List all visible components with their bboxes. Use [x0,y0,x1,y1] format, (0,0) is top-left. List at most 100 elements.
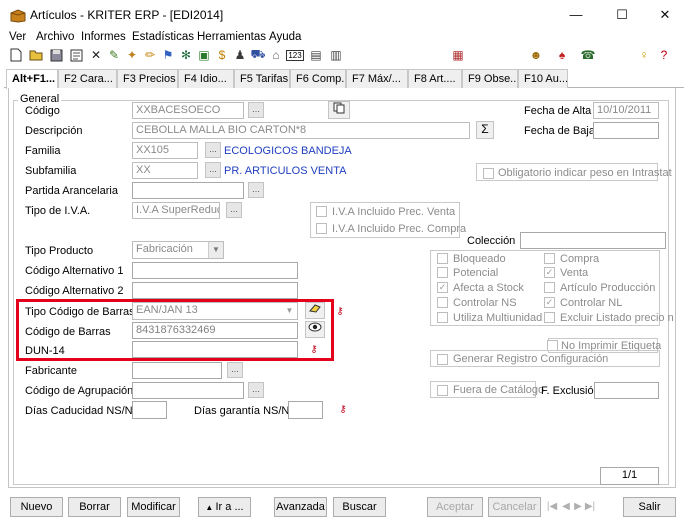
cod-alt1-field[interactable] [132,262,298,279]
salir-button[interactable]: Salir [623,497,676,517]
dun14-field[interactable] [132,341,298,358]
tipo-codbarras-select[interactable]: EAN/JAN 13 [132,302,298,320]
copy-icon[interactable] [328,101,350,119]
maximize-button[interactable]: ☐ [599,0,645,30]
f-exclusion-field[interactable] [594,382,659,399]
lightbulb-icon[interactable]: ♀ [636,47,652,63]
last-record-icon[interactable]: ▶| [584,499,596,515]
fuera-catalogo-checkbox[interactable] [437,385,448,396]
box-icon[interactable]: ▣ [196,47,212,63]
tab-general[interactable]: Alt+F1... [6,69,58,89]
chevron-down-icon[interactable]: ▼ [208,242,223,258]
calendar-icon[interactable]: ▦ [450,47,466,63]
controlar-ns-checkbox[interactable] [437,297,448,308]
menu-archivo[interactable]: Archivo [36,31,74,43]
codigo-lookup-button[interactable]: ... [248,102,264,118]
next-record-icon[interactable]: ▶ [572,499,584,515]
gear-icon[interactable]: ✻ [178,47,194,63]
menu-herramientas[interactable]: Herramientas [197,31,266,43]
open-folder-icon[interactable] [28,47,44,63]
tipo-iva-lookup-button[interactable]: ... [226,202,242,218]
avanzada-button[interactable]: Avanzada [274,497,327,517]
partida-lookup-button[interactable]: ... [248,182,264,198]
modificar-button[interactable]: Modificar [127,497,180,517]
calculator-icon[interactable]: 123 [286,50,304,61]
fabricante-field[interactable] [132,362,222,379]
buscar-button[interactable]: Buscar [333,497,386,517]
money-bag-icon[interactable]: ♠ [554,47,570,63]
prev-record-icon[interactable]: ◀ [560,499,572,515]
tab-caracteristicas[interactable]: F2 Cara... [58,69,117,88]
handshake-icon[interactable]: ☻ [528,47,544,63]
articulo-produccion-checkbox[interactable] [544,282,555,293]
minimize-button[interactable]: — [553,0,599,30]
scanner-icon[interactable]: ▤ [308,47,324,63]
save-icon[interactable] [48,47,64,63]
cod-alt2-field[interactable] [132,282,298,299]
delete-icon[interactable]: ✕ [88,47,104,63]
chevron-down-icon[interactable]: ▼ [282,303,297,319]
cod-agrupacion-field[interactable] [132,382,244,399]
iva-compra-checkbox[interactable] [316,223,327,234]
excluir-listado-checkbox[interactable] [544,312,555,323]
bar-chart-icon[interactable]: ▥ [328,47,344,63]
menu-ayuda[interactable]: Ayuda [269,31,301,43]
tab-observaciones[interactable]: F9 Obse... [462,69,518,88]
tab-auditoria[interactable]: F10 Au... [518,69,568,88]
tab-precios[interactable]: F3 Precios [117,69,178,88]
phone-icon[interactable]: ☎ [580,47,596,63]
controlar-nl-checkbox[interactable]: ✓ [544,297,555,308]
afecta-stock-checkbox[interactable]: ✓ [437,282,448,293]
dias-caducidad-field[interactable] [132,401,167,419]
new-doc-icon[interactable] [8,47,24,63]
subfamilia-lookup-button[interactable]: ... [205,162,221,178]
venta-checkbox[interactable]: ✓ [544,267,555,278]
fecha-baja-field[interactable] [593,122,659,139]
tab-idiomas[interactable]: F4 Idio... [178,69,234,88]
warehouse-icon[interactable]: ⌂ [268,47,284,63]
tab-tarifas[interactable]: F5 Tarifas [234,69,290,88]
tab-maximos[interactable]: F7 Máx/... [346,69,408,88]
codigo-field[interactable]: XXBACESOECO [132,102,244,119]
borrar-button[interactable]: Borrar [68,497,121,517]
bloqueado-checkbox[interactable] [437,253,448,264]
ira-button[interactable]: ▲ Ir a ... [198,497,251,517]
iva-venta-checkbox[interactable] [316,206,327,217]
sum-icon[interactable]: Σ [476,121,494,139]
eye-icon[interactable] [305,321,325,338]
fabricante-lookup-button[interactable]: ... [227,362,243,378]
menu-ver[interactable]: Ver [9,31,26,43]
partida-field[interactable] [132,182,244,199]
help-icon[interactable]: ? [656,47,672,63]
utiliza-multiunidad-checkbox[interactable] [437,312,448,323]
familia-lookup-button[interactable]: ... [205,142,221,158]
dias-garantia-field[interactable] [288,401,323,419]
cod-agrupacion-lookup-button[interactable]: ... [248,382,264,398]
truck-icon[interactable]: ⛟ [250,47,266,63]
tab-articulos[interactable]: F8 Art.... [408,69,462,88]
first-record-icon[interactable]: |◀ [546,499,558,515]
potencial-checkbox[interactable] [437,267,448,278]
cancelar-button[interactable]: Cancelar [488,497,541,517]
nuevo-button[interactable]: Nuevo [10,497,63,517]
menu-estadisticas[interactable]: Estadísticas [132,31,194,43]
edit-form-icon[interactable] [68,47,84,63]
coleccion-field[interactable] [520,232,666,249]
person-icon[interactable]: ♟ [232,47,248,63]
subfamilia-field[interactable]: XX [132,162,198,179]
codbarras-field[interactable]: 8431876332469 [132,322,298,339]
aceptar-button[interactable]: Aceptar [427,497,483,517]
familia-field[interactable]: XX105 [132,142,198,159]
obligatorio-peso-checkbox[interactable] [483,168,494,179]
pencil-icon[interactable]: ✏ [142,47,158,63]
eraser-icon[interactable] [305,302,325,319]
tipo-iva-field[interactable]: I.V.A SuperReducido [132,202,220,219]
tools-icon[interactable]: ✎ [106,47,122,63]
tab-compras[interactable]: F6 Comp... [290,69,346,88]
descripcion-field[interactable]: CEBOLLA MALLA BIO CARTON*8 [132,122,470,139]
generar-registro-checkbox[interactable] [437,354,448,365]
close-button[interactable]: ✕ [642,0,688,30]
money-icon[interactable]: $ [214,47,230,63]
chart-icon[interactable]: ⚑ [160,47,176,63]
wand-icon[interactable]: ✦ [124,47,140,63]
